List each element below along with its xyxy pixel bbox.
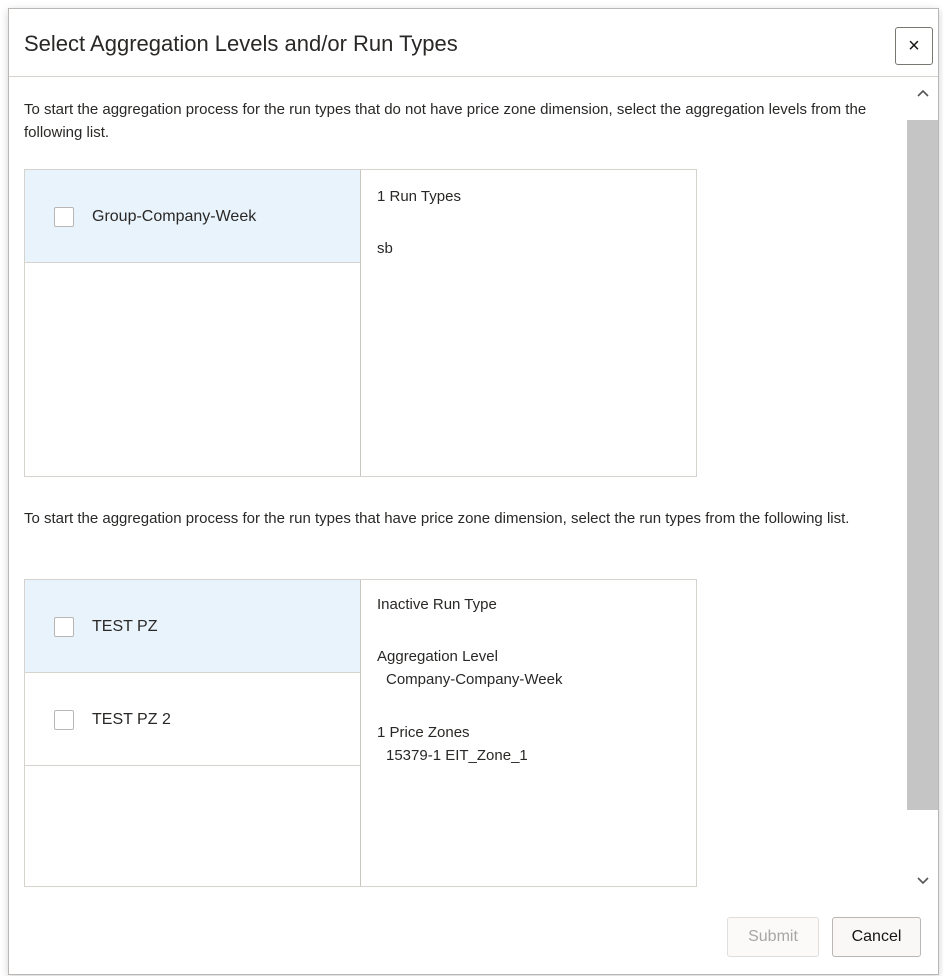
list-item-label: Group-Company-Week xyxy=(92,208,257,225)
checkbox-test-pz-2[interactable] xyxy=(54,710,74,730)
instruction-run-types: To start the aggregation process for the… xyxy=(24,510,850,527)
page-backdrop xyxy=(0,0,8,976)
dialog-footer: Submit Cancel xyxy=(9,896,938,974)
run-type-name: sb xyxy=(377,240,393,257)
aggregation-level-value: Company-Company-Week xyxy=(386,671,563,688)
close-button[interactable]: × xyxy=(895,27,933,65)
vertical-scrollbar[interactable] xyxy=(907,78,938,896)
checkbox-test-pz[interactable] xyxy=(54,617,74,637)
dialog-header: Select Aggregation Levels and/or Run Typ… xyxy=(9,9,938,77)
chevron-up-icon xyxy=(916,89,929,97)
scroll-down-button[interactable] xyxy=(907,866,938,896)
aggregation-level-label: Aggregation Level xyxy=(377,648,498,665)
run-types-count: 1 Run Types xyxy=(377,188,461,205)
aggregation-level-detail: 1 Run Types sb xyxy=(362,170,696,476)
chevron-down-icon xyxy=(916,877,929,885)
instruction-aggregation-levels: To start the aggregation process for the… xyxy=(24,101,867,141)
dialog-title: Select Aggregation Levels and/or Run Typ… xyxy=(24,31,458,56)
cancel-button[interactable]: Cancel xyxy=(832,917,921,957)
scroll-up-button[interactable] xyxy=(907,78,938,108)
price-zones-label: 1 Price Zones xyxy=(377,724,470,741)
list-item-test-pz[interactable]: TEST PZ xyxy=(25,580,360,673)
run-type-detail: Inactive Run Type Aggregation Level Comp… xyxy=(362,580,696,886)
submit-button[interactable]: Submit xyxy=(727,917,819,957)
aggregation-levels-panel: Group-Company-Week 1 Run Types sb xyxy=(24,169,697,477)
dialog-body[interactable]: To start the aggregation process for the… xyxy=(9,78,938,896)
run-types-list: TEST PZ TEST PZ 2 xyxy=(25,580,361,886)
list-item-label: TEST PZ xyxy=(92,618,158,635)
price-zone-value: 15379-1 EIT_Zone_1 xyxy=(386,747,528,764)
checkbox-group-company-week[interactable] xyxy=(54,207,74,227)
list-item-group-company-week[interactable]: Group-Company-Week xyxy=(25,170,360,263)
list-item-test-pz-2[interactable]: TEST PZ 2 xyxy=(25,673,360,766)
close-icon: × xyxy=(908,34,920,57)
aggregation-levels-list: Group-Company-Week xyxy=(25,170,361,476)
aggregation-dialog: Select Aggregation Levels and/or Run Typ… xyxy=(8,8,939,975)
scrollbar-thumb[interactable] xyxy=(907,120,938,810)
list-item-label: TEST PZ 2 xyxy=(92,711,171,728)
run-type-status: Inactive Run Type xyxy=(377,596,497,613)
run-types-panel: TEST PZ TEST PZ 2 Inactive Run Type Aggr… xyxy=(24,579,697,887)
